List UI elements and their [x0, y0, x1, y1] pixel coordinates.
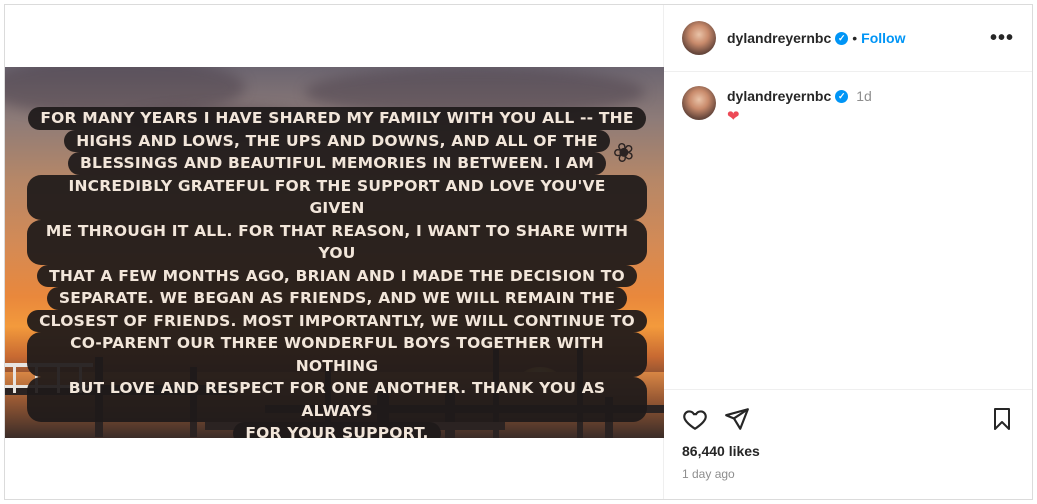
- more-options-icon[interactable]: •••: [990, 27, 1014, 50]
- comment-text: ❤: [727, 108, 740, 125]
- caption-line: BLESSINGS AND BEAUTIFUL MEMORIES IN BETW…: [68, 152, 606, 175]
- caption-line: SEPARATE. WE BEGAN AS FRIENDS, AND WE WI…: [46, 287, 628, 310]
- like-count[interactable]: 86,440 likes: [682, 443, 1014, 459]
- caption-line: FOR MANY YEARS I HAVE SHARED MY FAMILY W…: [28, 107, 646, 130]
- verified-badge-icon: ✓: [835, 31, 849, 45]
- verified-badge-icon: ✓: [835, 89, 849, 103]
- post-date[interactable]: 1 day ago: [682, 467, 1014, 481]
- caption-line: BUT LOVE AND RESPECT FOR ONE ANOTHER. TH…: [27, 377, 647, 422]
- caption-line: CO-PARENT OUR THREE WONDERFUL BOYS TOGET…: [27, 332, 647, 377]
- caption-line: ME THROUGH IT ALL. FOR THAT REASON, I WA…: [27, 219, 647, 265]
- comment-username[interactable]: dylandreyernbc: [727, 88, 831, 104]
- instagram-post: ❀ FOR MANY YEARS I HAVE SHARED MY FAMILY…: [4, 4, 1033, 500]
- comment: dylandreyernbc ✓ 1d ❤: [664, 72, 1032, 139]
- image-caption: FOR MANY YEARS I HAVE SHARED MY FAMILY W…: [27, 107, 647, 438]
- separator-dot: •: [852, 30, 858, 46]
- follow-button[interactable]: Follow: [861, 30, 905, 46]
- post-header: dylandreyernbc ✓ • Follow •••: [664, 5, 1032, 72]
- post-photo[interactable]: ❀ FOR MANY YEARS I HAVE SHARED MY FAMILY…: [5, 67, 664, 438]
- caption-line: INCREDIBLY GRATEFUL FOR THE SUPPORT AND …: [27, 174, 647, 220]
- author-username[interactable]: dylandreyernbc: [727, 30, 831, 46]
- caption-line: HIGHS AND LOWS, THE UPS AND DOWNS, AND A…: [64, 129, 610, 152]
- bookmark-icon[interactable]: [990, 406, 1014, 432]
- post-media[interactable]: ❀ FOR MANY YEARS I HAVE SHARED MY FAMILY…: [5, 5, 664, 499]
- post-sidebar: dylandreyernbc ✓ • Follow ••• dylandreye…: [664, 5, 1032, 499]
- heart-icon[interactable]: [682, 406, 708, 432]
- caption-line: FOR YOUR SUPPORT.: [233, 422, 441, 438]
- paper-plane-icon[interactable]: [724, 406, 750, 432]
- comment-avatar[interactable]: [682, 86, 716, 120]
- caption-line: CLOSEST OF FRIENDS. MOST IMPORTANTLY, WE…: [27, 309, 647, 332]
- comment-time[interactable]: 1d: [856, 88, 872, 104]
- post-actions: 86,440 likes 1 day ago: [664, 389, 1032, 481]
- avatar[interactable]: [682, 21, 716, 55]
- caption-line: THAT A FEW MONTHS AGO, BRIAN AND I MADE …: [37, 264, 637, 287]
